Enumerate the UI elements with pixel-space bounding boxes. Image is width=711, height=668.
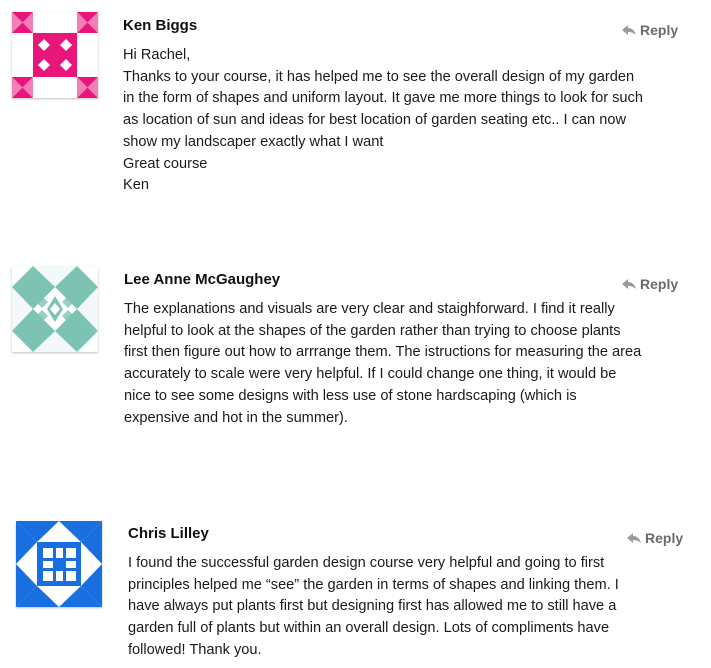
reply-button[interactable]: Reply [622, 275, 678, 293]
comment-body: Hi Rachel, Thanks to your course, it has… [123, 45, 643, 197]
comment-line: Great course [123, 155, 208, 172]
comment-line: garden full of plants but within an over… [128, 620, 610, 637]
comment-line: helpful to look at the shapes of the gar… [124, 322, 621, 339]
comment-line: have always put plants first but designi… [128, 598, 617, 615]
teal-identicon-icon [12, 266, 98, 352]
comment-line: Thanks to your course, it has helped me … [123, 68, 635, 85]
reply-button[interactable]: Reply [622, 21, 678, 39]
comment-body: The explanations and visuals are very cl… [124, 299, 641, 429]
comment-line: as location of sun and ideas for best lo… [123, 112, 626, 129]
comment-line: The explanations and visuals are very cl… [124, 301, 615, 317]
comment-author: Chris Lilley [128, 525, 209, 542]
comment-line: first then figure out how to arrrange th… [124, 344, 642, 361]
comment-body: I found the successful garden design cou… [128, 553, 619, 662]
comment-line: expensive and hot in the summer). [124, 409, 348, 426]
reply-button[interactable]: Reply [627, 529, 683, 547]
reply-label: Reply [645, 530, 684, 546]
pink-identicon-icon [12, 12, 98, 98]
reply-arrow-icon [627, 533, 641, 543]
comment-line: Hi Rachel, [123, 47, 191, 63]
comment-line: Ken [123, 177, 149, 194]
comment-author: Lee Anne McGaughey [124, 271, 281, 288]
avatar-teal-identicon[interactable] [12, 266, 98, 352]
comment-line: I found the successful garden design cou… [128, 555, 605, 571]
comment-line: accurately to scale were very helpful. I… [124, 366, 617, 383]
avatar-blue-identicon[interactable] [16, 521, 102, 607]
comment-author: Ken Biggs [123, 17, 198, 34]
comment-line: in the form of shapes and uniform layout… [123, 90, 643, 107]
comment-line: principles helped me “see” the garden in… [128, 576, 619, 593]
avatar-pink-identicon[interactable] [12, 12, 98, 98]
reply-arrow-icon [622, 279, 636, 289]
reply-label: Reply [640, 22, 679, 38]
blue-identicon-icon [16, 521, 102, 607]
comment-line: followed! Thank you. [128, 641, 262, 658]
comment-line: nice to see some designs with less use o… [124, 387, 577, 404]
reply-arrow-icon [622, 25, 636, 35]
comment-line: show my landscaper exactly what I want [123, 133, 384, 150]
reply-label: Reply [640, 276, 679, 292]
